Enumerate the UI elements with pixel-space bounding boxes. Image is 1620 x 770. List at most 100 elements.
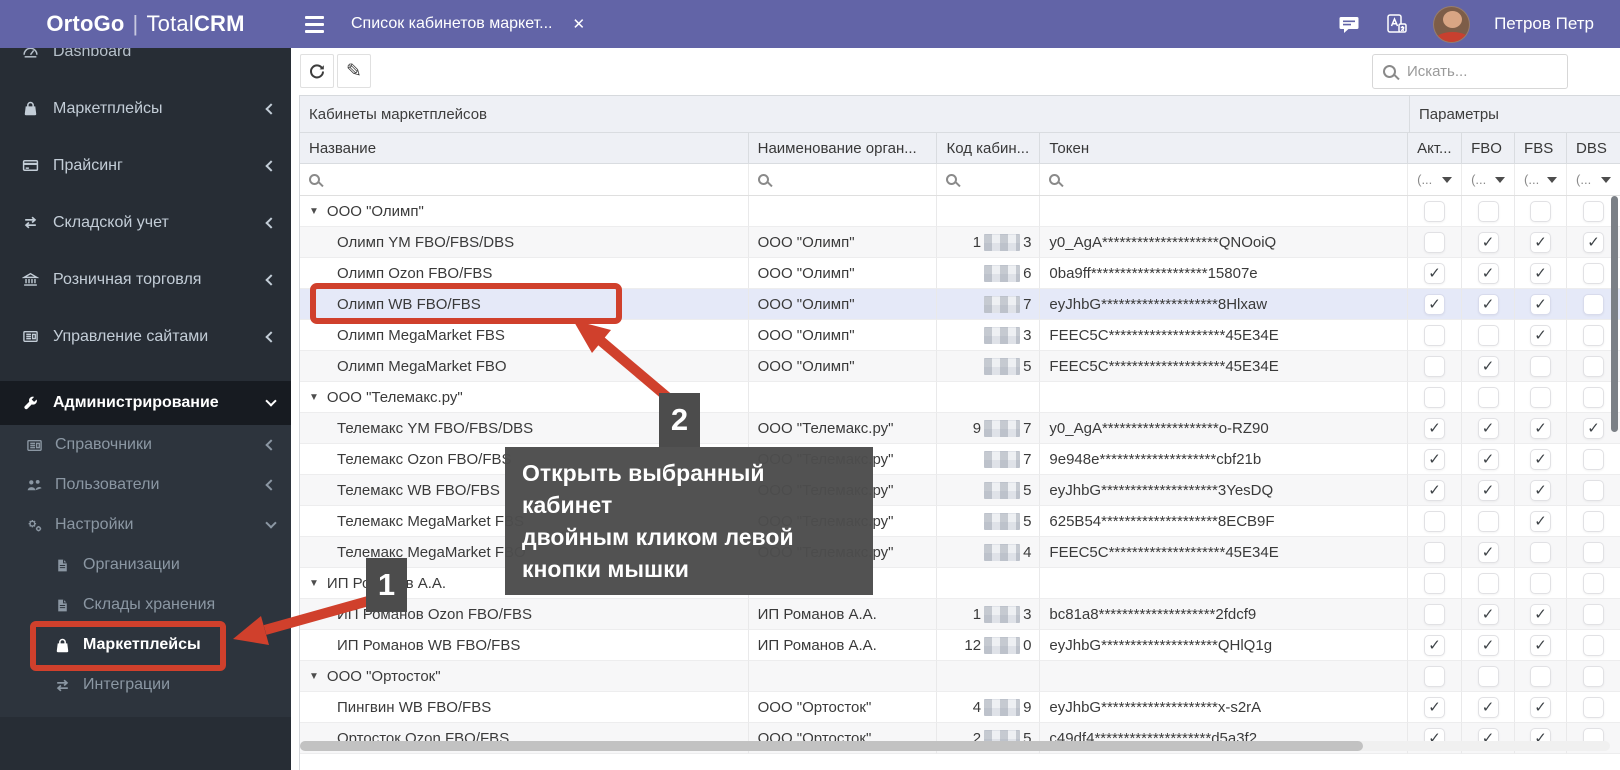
sidebar-item-users[interactable]: Пользователи: [0, 465, 291, 505]
cell-name[interactable]: ▼ИП Романов Ozon FBO/FBS: [300, 599, 749, 630]
column-header-fbs[interactable]: FBS: [1515, 133, 1567, 163]
sidebar-item-integrations[interactable]: Интеграции: [0, 665, 291, 705]
active-checkbox[interactable]: [1424, 201, 1445, 222]
filter-dbs-dropdown[interactable]: (...: [1567, 164, 1620, 195]
cell-cabinet-code[interactable]: 13: [937, 599, 1040, 630]
table-row[interactable]: ▼Олимп YM FBO/FBS/DBS ООО "Олимп" 13 y0_…: [300, 227, 1620, 258]
table-row[interactable]: ▼Олимп MegaMarket FBS ООО "Олимп" 3 FEEC…: [300, 320, 1620, 351]
fbs-checkbox[interactable]: [1530, 201, 1551, 222]
fbs-checkbox[interactable]: [1530, 387, 1551, 408]
cell-name[interactable]: ▼Олимп YM FBO/FBS/DBS: [300, 227, 749, 258]
active-checkbox[interactable]: [1424, 325, 1445, 346]
cell-organization[interactable]: ООО "Олимп": [749, 351, 938, 382]
cell-cabinet-code[interactable]: 49: [937, 692, 1040, 723]
cell-organization[interactable]: ООО "Телемакс.ру": [749, 444, 938, 475]
cell-cabinet-code[interactable]: 5: [937, 475, 1040, 506]
sidebar-item-warehouse[interactable]: Складской учет: [0, 194, 291, 251]
cell-name[interactable]: ▼Телемакс WB FBO/FBS: [300, 475, 749, 506]
cell-token[interactable]: bc81a8********************2fdcf9: [1040, 599, 1408, 630]
cell-cabinet-code[interactable]: 4: [937, 537, 1040, 568]
chat-icon[interactable]: [1337, 12, 1361, 36]
cell-name[interactable]: ▼Телемакс MegaMarket FBO: [300, 537, 749, 568]
cell-token[interactable]: [1040, 196, 1408, 227]
table-row[interactable]: ▼ООО "Телемакс.ру": [300, 382, 1620, 413]
fbs-checkbox[interactable]: ✓: [1530, 480, 1551, 501]
fbs-checkbox[interactable]: ✓: [1530, 604, 1551, 625]
cell-organization[interactable]: [749, 196, 938, 227]
fbs-checkbox[interactable]: ✓: [1530, 263, 1551, 284]
cell-token[interactable]: y0_AgA********************o-RZ90: [1040, 413, 1408, 444]
fbo-checkbox[interactable]: ✓: [1478, 480, 1499, 501]
sidebar-item-marketplaces[interactable]: Маркетплейсы: [0, 80, 291, 137]
dbs-checkbox[interactable]: [1583, 635, 1604, 656]
cell-cabinet-code[interactable]: 3: [937, 320, 1040, 351]
cell-organization[interactable]: [749, 661, 938, 692]
fbs-checkbox[interactable]: ✓: [1530, 635, 1551, 656]
cell-organization[interactable]: ООО "Телемакс.ру": [749, 537, 938, 568]
active-checkbox[interactable]: [1424, 604, 1445, 625]
fbo-checkbox[interactable]: ✓: [1478, 542, 1499, 563]
cell-organization[interactable]: ООО "Телемакс.ру": [749, 475, 938, 506]
table-row[interactable]: ▼ООО "Ортосток": [300, 661, 1620, 692]
fbs-checkbox[interactable]: ✓: [1530, 232, 1551, 253]
cell-token[interactable]: eyJhbG********************8Hlxaw: [1040, 289, 1408, 320]
sidebar-item-dashboard[interactable]: Dashboard: [0, 48, 291, 80]
group-expand-icon[interactable]: ▼: [309, 206, 319, 217]
cell-organization[interactable]: ИП Романов А.А.: [749, 599, 938, 630]
dbs-checkbox[interactable]: [1583, 325, 1604, 346]
table-row[interactable]: ▼ИП Романов Ozon FBO/FBS ИП Романов А.А.…: [300, 599, 1620, 630]
column-header-dbs[interactable]: DBS: [1567, 133, 1620, 163]
dbs-checkbox[interactable]: [1583, 573, 1604, 594]
cell-cabinet-code[interactable]: [937, 568, 1040, 599]
cell-cabinet-code[interactable]: 97: [937, 413, 1040, 444]
table-row[interactable]: ▼Олимп MegaMarket FBO ООО "Олимп" 5 FEEC…: [300, 351, 1620, 382]
translate-icon[interactable]: [1385, 12, 1409, 36]
column-header-cabinet-code[interactable]: Код кабин...: [937, 133, 1040, 163]
cell-organization[interactable]: ООО "Олимп": [749, 227, 938, 258]
cell-name[interactable]: ▼ИП Романов WB FBO/FBS: [300, 630, 749, 661]
cell-token[interactable]: [1040, 382, 1408, 413]
cell-token[interactable]: eyJhbG********************3YesDQ: [1040, 475, 1408, 506]
cell-organization[interactable]: [749, 382, 938, 413]
cell-name[interactable]: ▼Олимп MegaMarket FBO: [300, 351, 749, 382]
cell-token[interactable]: y0_AgA********************QNOoiQ: [1040, 227, 1408, 258]
fbo-checkbox[interactable]: ✓: [1478, 232, 1499, 253]
edit-button[interactable]: ✎: [337, 54, 371, 88]
column-header-organization[interactable]: Наименование орган...: [749, 133, 938, 163]
filter-active-dropdown[interactable]: (...: [1408, 164, 1462, 195]
cell-organization[interactable]: ООО "Олимп": [749, 320, 938, 351]
app-logo[interactable]: OrtoGo | TotalCRM: [0, 11, 291, 37]
filter-organization[interactable]: [749, 164, 938, 195]
active-checkbox[interactable]: ✓: [1424, 635, 1445, 656]
fbs-checkbox[interactable]: [1530, 666, 1551, 687]
filter-cabinet-code[interactable]: [937, 164, 1040, 195]
fbs-checkbox[interactable]: ✓: [1530, 697, 1551, 718]
column-header-active[interactable]: Акт...: [1408, 133, 1462, 163]
filter-name[interactable]: [300, 164, 749, 195]
active-checkbox[interactable]: ✓: [1424, 418, 1445, 439]
sidebar-item-pricing[interactable]: Прайсинг: [0, 137, 291, 194]
cell-token[interactable]: 0ba9ff********************15807e: [1040, 258, 1408, 289]
active-checkbox[interactable]: [1424, 511, 1445, 532]
cell-name[interactable]: ▼Олимп MegaMarket FBS: [300, 320, 749, 351]
active-checkbox[interactable]: [1424, 573, 1445, 594]
horizontal-scrollbar-thumb[interactable]: [300, 741, 1363, 751]
cell-token[interactable]: FEEC5C********************45E34E: [1040, 320, 1408, 351]
active-checkbox[interactable]: [1424, 387, 1445, 408]
group-expand-icon[interactable]: ▼: [309, 671, 319, 682]
cell-name[interactable]: ▼ООО "Ортосток": [300, 661, 749, 692]
horizontal-scrollbar[interactable]: [300, 741, 1610, 751]
active-checkbox[interactable]: [1424, 356, 1445, 377]
column-header-fbo[interactable]: FBO: [1462, 133, 1515, 163]
cell-token[interactable]: FEEC5C********************45E34E: [1040, 351, 1408, 382]
table-row[interactable]: ▼Телемакс MegaMarket FBS ООО "Телемакс.р…: [300, 506, 1620, 537]
fbs-checkbox[interactable]: ✓: [1530, 511, 1551, 532]
fbo-checkbox[interactable]: ✓: [1478, 635, 1499, 656]
cell-token[interactable]: 625B54********************8ECB9F: [1040, 506, 1408, 537]
fbo-checkbox[interactable]: [1478, 387, 1499, 408]
sidebar-item-storage-warehouses[interactable]: Склады хранения: [0, 585, 291, 625]
cell-cabinet-code[interactable]: [937, 661, 1040, 692]
cell-token[interactable]: [1040, 661, 1408, 692]
active-checkbox[interactable]: ✓: [1424, 697, 1445, 718]
cell-name[interactable]: ▼Пингвин WB FBO/FBS: [300, 692, 749, 723]
